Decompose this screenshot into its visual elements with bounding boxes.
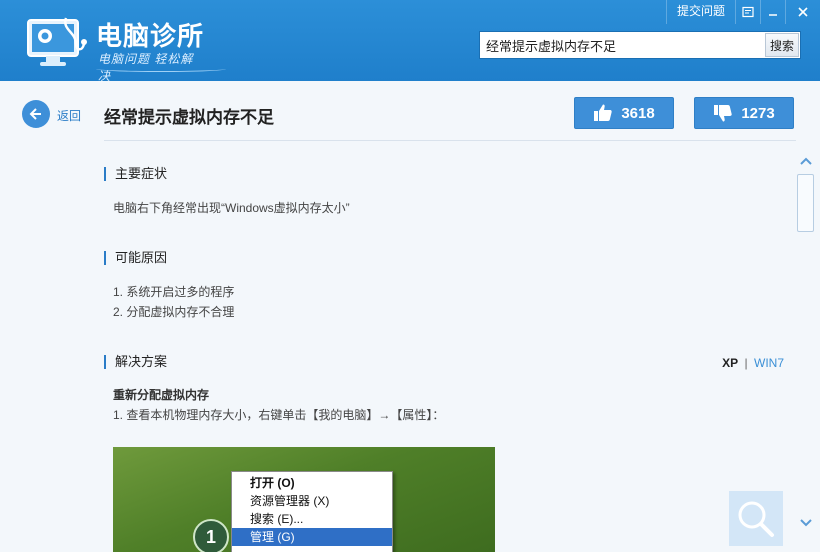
page-title: 经常提示虚拟内存不足 <box>104 108 274 127</box>
header-divider <box>104 140 796 141</box>
back-button[interactable] <box>22 100 50 128</box>
thumbs-up-icon <box>594 104 613 121</box>
arrow-left-icon <box>29 108 41 120</box>
feedback-button[interactable] <box>736 0 760 24</box>
step-badge: 1 <box>193 519 229 552</box>
dislike-count: 1273 <box>741 104 775 122</box>
context-menu-item: 搜索 (E)... <box>250 512 304 526</box>
os-tab-win7[interactable]: WIN7 <box>754 356 784 370</box>
scroll-thumb[interactable] <box>797 174 814 232</box>
monitor-stethoscope-icon <box>27 17 87 66</box>
solution-step-1: 1. 查看本机物理内存大小，右键单击【我的电脑】→【属性】： <box>113 408 445 422</box>
section-heading-causes: 可能原因 <box>104 251 167 265</box>
solution-subheading: 重新分配虚拟内存 <box>113 388 210 402</box>
like-count: 3618 <box>621 104 655 122</box>
back-link[interactable]: 返回 <box>57 107 81 124</box>
cause-item: 2. 分配虚拟内存不合理 <box>113 305 235 319</box>
os-separator: | <box>744 356 748 370</box>
context-menu: 打开 (O) 资源管理器 (X) 搜索 (E)... 管理 (G) <box>231 471 393 552</box>
slogan-swoosh <box>96 66 226 72</box>
context-menu-item: 资源管理器 (X) <box>250 494 330 508</box>
close-button[interactable] <box>786 0 820 24</box>
symptom-text: 电脑右下角经常出现“Windows虚拟内存太小” <box>113 201 350 215</box>
instruction-screenshot: 1 打开 (O) 资源管理器 (X) 搜索 (E)... 管理 (G) <box>113 447 495 552</box>
scrollbar[interactable] <box>796 150 816 530</box>
search-button[interactable]: 搜索 <box>765 33 799 57</box>
minimize-icon <box>769 14 777 16</box>
like-button[interactable]: 3618 <box>574 97 674 129</box>
minimize-button[interactable] <box>761 0 785 24</box>
context-menu-item: 打开 (O) <box>250 476 295 490</box>
search-box: 搜索 <box>479 31 801 59</box>
magnifier-icon <box>738 501 774 537</box>
section-heading-symptoms: 主要症状 <box>104 167 167 181</box>
article-content: 主要症状 电脑右下角经常出现“Windows虚拟内存太小” 可能原因 1. 系统… <box>104 150 794 552</box>
article-header: 返回 经常提示虚拟内存不足 3618 1273 <box>0 81 820 141</box>
os-switch: XP | WIN7 <box>722 356 784 370</box>
context-menu-item: 管理 (G) <box>232 528 392 546</box>
title-bar: 电脑诊所 电脑问题 轻松解决 提交问题 经常提示虚拟内存不足 搜索 <box>0 0 820 83</box>
feedback-icon <box>742 6 754 18</box>
floating-search-button[interactable] <box>729 491 783 546</box>
chevron-down-icon[interactable] <box>798 516 814 530</box>
search-input[interactable] <box>480 32 764 58</box>
dislike-button[interactable]: 1273 <box>694 97 794 129</box>
app-logo: 电脑诊所 电脑问题 轻松解决 <box>26 10 226 83</box>
submit-question-link[interactable]: 提交问题 <box>667 0 735 24</box>
cause-item: 1. 系统开启过多的程序 <box>113 285 235 299</box>
os-tab-xp[interactable]: XP <box>722 356 738 370</box>
thumbs-down-icon <box>714 105 733 122</box>
section-heading-solution: 解决方案 <box>104 355 167 369</box>
window-controls: 提交问题 <box>665 0 820 24</box>
app-title: 电脑诊所 <box>96 21 205 51</box>
chevron-up-icon[interactable] <box>798 154 814 168</box>
close-icon <box>798 7 808 17</box>
